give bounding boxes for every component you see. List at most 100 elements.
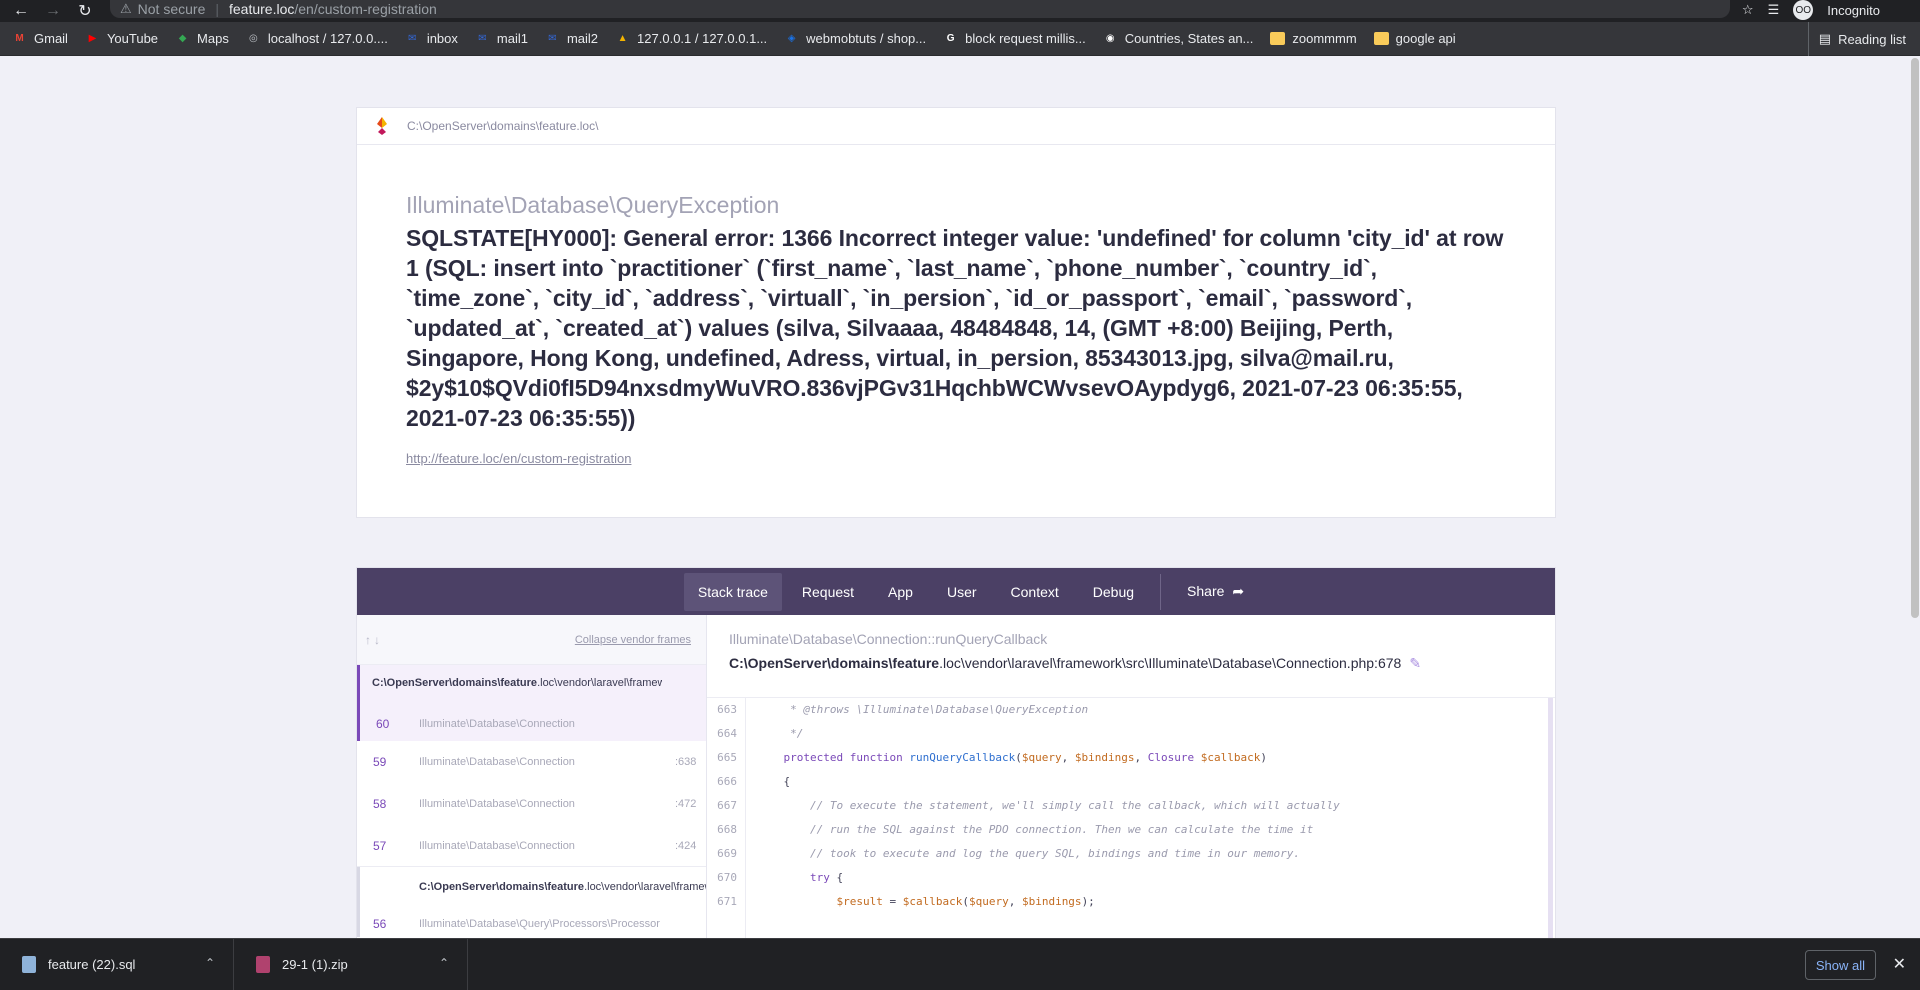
code-line: 664 */: [707, 722, 1555, 746]
error-card-header: C:\OpenServer\domains\feature.loc\: [357, 108, 1555, 145]
bookmark-item[interactable]: ✉ mail2: [545, 31, 598, 46]
star-icon[interactable]: ☆: [1742, 2, 1754, 18]
code-line: 668 // run the SQL against the PDO conne…: [707, 818, 1555, 842]
bookmark-label: zoommmm: [1292, 31, 1357, 46]
frame-file-path: C:\OpenServer\domains\feature.loc\vendor…: [729, 655, 1422, 671]
frame-class: Illuminate\Database\Query\Processors\Pro…: [419, 918, 660, 930]
chevron-up-icon[interactable]: ⌃: [205, 956, 215, 970]
code-line: 666 {: [707, 770, 1555, 794]
bookmark-item[interactable]: ▶ YouTube: [85, 31, 158, 46]
frames-header: ↑↓ Collapse vendor frames: [357, 615, 706, 665]
bookmark-item[interactable]: ✉ inbox: [405, 31, 458, 46]
tab-debug[interactable]: Debug: [1079, 573, 1148, 611]
reload-icon[interactable]: ↻: [72, 0, 98, 22]
frame-row[interactable]: 60 Illuminate\Database\Connection: [360, 703, 706, 745]
bookmark-icon: ◆: [178, 33, 187, 44]
code-body: 663 * @throws \Illuminate\Database\Query…: [707, 697, 1555, 938]
tab-bar: Stack trace Request App User Context Deb…: [357, 568, 1555, 615]
request-url-link[interactable]: http://feature.loc/en/custom-registratio…: [406, 451, 631, 466]
url-path: /en/custom-registration: [294, 1, 437, 17]
share-button[interactable]: Share ➦: [1173, 572, 1258, 611]
tab-user[interactable]: User: [933, 573, 991, 611]
bookmark-item[interactable]: zoommmm: [1270, 31, 1357, 46]
bookmark-icon: ◈: [787, 33, 796, 44]
frame-row[interactable]: 56 Illuminate\Database\Query\Processors\…: [360, 907, 706, 938]
bookmark-item[interactable]: ◈ webmobtuts / shop...: [784, 31, 926, 46]
code-line-text: // To execute the statement, we'll simpl…: [757, 799, 1340, 812]
bookmark-label: google api: [1395, 31, 1456, 46]
download-item[interactable]: feature (22).sql ⌃: [0, 938, 234, 990]
share-label: Share: [1187, 583, 1225, 599]
bookmark-label: Maps: [197, 31, 229, 46]
reading-list-icon: ▤: [1818, 31, 1832, 46]
reading-list-button[interactable]: ▤ Reading list: [1807, 22, 1906, 56]
bookmark-icon: ◎: [248, 33, 258, 44]
tab-request[interactable]: Request: [788, 573, 868, 611]
bookmark-item[interactable]: ▲ 127.0.0.1 / 127.0.0.1...: [615, 31, 768, 46]
media-icon[interactable]: ☰: [1768, 2, 1780, 18]
bookmark-label: mail2: [566, 31, 599, 46]
code-line: 667 // To execute the statement, we'll s…: [707, 794, 1555, 818]
bookmark-item[interactable]: ◉ Countries, States an...: [1103, 31, 1254, 46]
code-line-text: try {: [757, 871, 844, 884]
downloads-bar: feature (22).sql ⌃ 29-1 (1).zip ⌃ Show all ✕: [0, 938, 1920, 990]
scrollbar-thumb[interactable]: [1911, 58, 1919, 618]
frame-row[interactable]: 57 Illuminate\Database\Connection :424: [357, 825, 706, 867]
bookmark-icon: [1373, 32, 1389, 45]
file-icon: [22, 956, 36, 973]
url-field[interactable]: ⚠ Not secure | feature.loc /en/custom-re…: [110, 0, 1730, 18]
code-line-text: // took to execute and log the query SQL…: [757, 847, 1301, 860]
tab-stack-trace[interactable]: Stack trace: [683, 572, 782, 611]
code-line-number: 664: [717, 727, 737, 740]
code-line-number: 671: [717, 895, 737, 908]
bookmarks-bar: M Gmail ▶ YouTube ◆ Maps ◎ localhost / 127.0.0.…: [0, 22, 1920, 56]
bookmark-item[interactable]: ◎ localhost / 127.0.0....: [246, 31, 388, 46]
frame-class: Illuminate\Database\Connection: [419, 798, 575, 810]
forward-arrow-icon[interactable]: →: [40, 0, 66, 22]
exception-message: SQLSTATE[HY000]: General error: 1366 Inc…: [406, 225, 1504, 431]
bookmark-item[interactable]: Gblock request millis...: [943, 31, 1086, 46]
code-line: 671 $result = $callback($query, $binding…: [707, 890, 1555, 914]
edit-pencil-icon[interactable]: ✎: [1409, 655, 1421, 671]
bookmark-item[interactable]: ✉ mail1: [475, 31, 528, 46]
bookmark-label: Gmail: [34, 31, 68, 46]
close-icon[interactable]: ✕: [1893, 954, 1906, 974]
incognito-label[interactable]: Incognito: [1827, 3, 1880, 18]
bookmark-item[interactable]: ◆ Maps: [175, 31, 229, 46]
bookmark-icon: ✉: [408, 33, 417, 44]
bookmark-label: YouTube: [106, 31, 159, 46]
code-line-number: 670: [717, 871, 737, 884]
bookmark-item[interactable]: M Gmail: [12, 31, 68, 46]
code-line: 669 // took to execute and log the query…: [707, 842, 1555, 866]
code-line-number: 669: [717, 847, 737, 860]
collapse-vendor-frames-link[interactable]: Collapse vendor frames: [575, 634, 691, 646]
bookmark-label: webmobtuts / shop...: [806, 31, 927, 46]
frame-class: Illuminate\Database\Connection: [419, 718, 575, 730]
incognito-avatar[interactable]: OO: [1793, 0, 1814, 20]
sort-arrows-icon[interactable]: ↑↓: [365, 633, 383, 647]
tab-context[interactable]: Context: [997, 573, 1073, 611]
bookmark-item[interactable]: google api: [1373, 31, 1456, 46]
page-scrollbar[interactable]: [1910, 56, 1920, 938]
code-line: 663 * @throws \Illuminate\Database\Query…: [707, 698, 1555, 722]
code-line-number: 668: [717, 823, 737, 836]
frame-class: Illuminate\Database\Connection: [419, 840, 575, 852]
chevron-up-icon[interactable]: ⌃: [439, 956, 449, 970]
url-host: feature.loc: [229, 1, 295, 17]
bookmark-icon: ▲: [617, 33, 628, 44]
frame-row[interactable]: 59 Illuminate\Database\Connection :638: [357, 741, 706, 783]
bookmark-icon: ✉: [548, 33, 557, 44]
frame-number: 59: [373, 755, 387, 769]
code-viewer: Illuminate\Database\Connection::runQuery…: [707, 615, 1555, 938]
show-all-button[interactable]: Show all: [1804, 950, 1876, 980]
code-line: 665 protected function runQueryCallback(…: [707, 746, 1555, 770]
code-line-text: protected function runQueryCallback($que…: [757, 751, 1267, 764]
code-line-text: */: [757, 727, 804, 740]
back-arrow-icon[interactable]: ←: [8, 0, 34, 22]
frames-list: ↑↓ Collapse vendor frames C:\OpenServer\…: [357, 615, 707, 938]
tab-app[interactable]: App: [874, 573, 927, 611]
frame-row[interactable]: 58 Illuminate\Database\Connection :472: [357, 783, 706, 825]
frame-group[interactable]: C:\OpenServer\domains\feature.loc\vendor…: [357, 867, 706, 938]
bookmark-label: inbox: [426, 31, 458, 46]
download-item[interactable]: 29-1 (1).zip ⌃: [234, 938, 468, 990]
